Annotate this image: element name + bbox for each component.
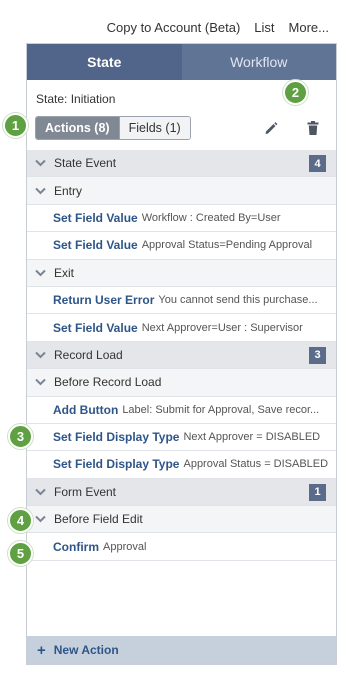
fields-segment-button[interactable]: Fields (1) <box>118 117 190 139</box>
action-description: Label: Submit for Approval, Save recor..… <box>122 403 320 416</box>
top-links: Copy to Account (Beta) List More... <box>107 20 329 35</box>
group-label: Form Event <box>54 484 117 499</box>
trigger-label: Before Field Edit <box>54 512 143 527</box>
callout-badge-2: 2 <box>283 80 308 105</box>
trigger-label: Exit <box>54 265 75 280</box>
more-link[interactable]: More... <box>289 20 329 35</box>
tab-bar: State Workflow <box>27 44 336 80</box>
state-title: State: Initiation <box>36 92 116 106</box>
tab-workflow[interactable]: Workflow <box>182 44 337 80</box>
new-action-button[interactable]: + New Action <box>27 636 336 664</box>
action-description: Workflow : Created By=User <box>141 211 281 224</box>
actions-fields-toggle: Actions (8) Fields (1) <box>35 116 191 140</box>
action-name[interactable]: Add Button <box>53 403 118 417</box>
action-description: Next Approver = DISABLED <box>183 431 321 444</box>
chevron-down-icon <box>35 187 46 194</box>
chevron-down-icon <box>35 516 46 523</box>
action-name[interactable]: Return User Error <box>53 293 154 307</box>
group-row[interactable]: State Event 4 <box>27 150 336 178</box>
action-row[interactable]: Set Field Value Next Approver=User : Sup… <box>27 314 336 342</box>
action-row[interactable]: Confirm Approval <box>27 533 336 561</box>
trigger-row[interactable]: Before Record Load <box>27 369 336 397</box>
action-row[interactable]: Return User Error You cannot send this p… <box>27 286 336 315</box>
chevron-down-icon <box>35 379 46 386</box>
trigger-label: Entry <box>54 183 83 198</box>
trash-icon[interactable] <box>305 120 321 136</box>
action-name[interactable]: Set Field Display Type <box>53 430 179 444</box>
chevron-down-icon <box>35 351 46 359</box>
callout-badge-4: 4 <box>8 508 33 533</box>
trigger-row[interactable]: Before Field Edit <box>27 506 336 534</box>
action-row[interactable]: Set Field Value Approval Status=Pending … <box>27 232 336 260</box>
chevron-down-icon <box>35 159 46 167</box>
count-badge: 1 <box>309 483 326 501</box>
action-description: You cannot send this purchase... <box>158 294 318 307</box>
action-row[interactable]: Set Field Display Type Next Approver = D… <box>27 423 336 452</box>
callout-badge-1: 1 <box>3 113 28 138</box>
group-label: State Event <box>54 156 117 171</box>
action-row[interactable]: Set Field Value Workflow : Created By=Us… <box>27 204 336 233</box>
action-name[interactable]: Set Field Display Type <box>53 457 179 471</box>
trigger-row[interactable]: Entry <box>27 177 336 205</box>
group-row[interactable]: Record Load 3 <box>27 341 336 370</box>
action-name[interactable]: Set Field Value <box>53 238 138 252</box>
group-label: Record Load <box>54 347 123 362</box>
action-list: State Event 4 Entry Set Field Value Work… <box>27 150 336 561</box>
action-description: Next Approver=User : Supervisor <box>141 321 303 334</box>
action-description: Approval Status=Pending Approval <box>141 239 313 252</box>
action-name[interactable]: Set Field Value <box>53 211 138 225</box>
chevron-down-icon <box>35 488 46 496</box>
tab-state[interactable]: State <box>27 44 182 80</box>
action-row[interactable]: Add Button Label: Submit for Approval, S… <box>27 396 336 424</box>
copy-to-account-link[interactable]: Copy to Account (Beta) <box>107 20 241 35</box>
action-row[interactable]: Set Field Display Type Approval Status =… <box>27 451 336 479</box>
count-badge: 3 <box>309 346 326 364</box>
callout-badge-5: 5 <box>8 541 33 566</box>
list-link[interactable]: List <box>254 20 274 35</box>
trigger-row[interactable]: Exit <box>27 259 336 287</box>
new-action-label: New Action <box>53 643 119 657</box>
trigger-label: Before Record Load <box>54 375 162 390</box>
chevron-down-icon <box>35 269 46 277</box>
workflow-panel: State Workflow State: Initiation Actions… <box>26 43 337 665</box>
actions-segment-button[interactable]: Actions (8) <box>36 117 119 139</box>
pencil-icon[interactable] <box>263 120 279 136</box>
action-description: Approval Status = DISABLED <box>183 458 329 471</box>
action-description: Approval <box>103 540 147 553</box>
group-row[interactable]: Form Event 1 <box>27 478 336 507</box>
plus-icon: + <box>37 641 46 659</box>
count-badge: 4 <box>309 155 326 172</box>
action-name[interactable]: Set Field Value <box>53 321 138 335</box>
callout-badge-3: 3 <box>8 424 33 449</box>
action-name[interactable]: Confirm <box>53 540 99 554</box>
